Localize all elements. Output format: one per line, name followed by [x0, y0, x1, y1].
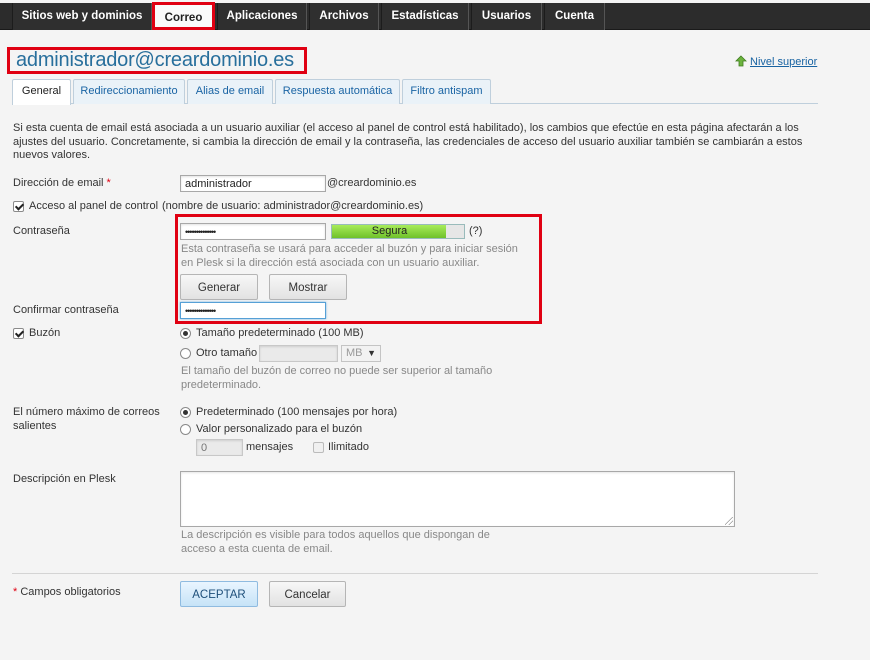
nav-tab-websites-domains[interactable]: Sitios web y dominios — [12, 3, 152, 30]
page-title-highlight: administrador@creardominio.es — [7, 47, 307, 74]
up-level-label: Nivel superior — [750, 56, 818, 68]
outgoing-unlimited-checkbox[interactable] — [313, 442, 324, 453]
mailbox-checkbox[interactable] — [13, 328, 24, 339]
mailbox-size-hint: El tamaño del buzón de correo no puede s… — [181, 365, 493, 391]
main-navigation: Sitios web y dominios Correo Aplicacione… — [0, 0, 870, 30]
outgoing-custom-label: Valor personalizado para el buzón — [196, 423, 363, 435]
dropdown-arrow-icon: ▼ — [367, 348, 376, 358]
panel-access-label: Acceso al panel de control — [29, 200, 159, 212]
up-level-link[interactable]: Nivel superior — [735, 55, 817, 68]
nav-tab-account[interactable]: Cuenta — [544, 3, 605, 30]
confirm-password-input[interactable] — [180, 302, 326, 319]
panel-access-username-note: (nombre de usuario: administrador@creard… — [162, 200, 424, 212]
up-level-icon — [735, 55, 747, 67]
resize-grip-icon[interactable] — [725, 517, 733, 525]
email-username-input[interactable] — [180, 175, 326, 192]
nav-tab-files[interactable]: Archivos — [309, 3, 379, 30]
outgoing-unlimited-label: Ilimitado — [328, 441, 369, 453]
mailbox-other-size-radio[interactable] — [180, 348, 191, 359]
mailbox-default-size-radio[interactable] — [180, 328, 191, 339]
cancel-button[interactable]: Cancelar — [269, 581, 346, 607]
outgoing-custom-radio[interactable] — [180, 424, 191, 435]
email-domain: @creardominio.es — [327, 177, 417, 189]
mailbox-other-size-label: Otro tamaño — [196, 347, 258, 359]
tab-email-aliases[interactable]: Alias de email — [187, 79, 273, 104]
required-fields-note: * Campos obligatorios — [13, 586, 121, 598]
outgoing-messages-input[interactable] — [196, 439, 243, 456]
description-textarea[interactable] — [180, 471, 735, 527]
mailbox-unit-value: MB — [346, 347, 363, 359]
password-input[interactable] — [180, 223, 326, 240]
password-strength-label: Segura — [371, 225, 408, 237]
outgoing-default-label: Predeterminado (100 mensajes por hora) — [196, 406, 398, 418]
mailbox-label: Buzón — [29, 327, 61, 339]
nav-tab-mail[interactable]: Correo — [152, 2, 215, 30]
outgoing-limit-label: El número máximo de correos salientes — [13, 406, 160, 432]
email-label: Dirección de email * — [13, 177, 111, 189]
outgoing-default-radio[interactable] — [180, 407, 191, 418]
mailbox-size-input[interactable] — [259, 345, 338, 362]
password-hint: Esta contraseña se usará para acceder al… — [181, 243, 518, 269]
outgoing-messages-label: mensajes — [246, 441, 294, 453]
nav-tab-statistics[interactable]: Estadísticas — [381, 3, 469, 30]
mailbox-unit-select[interactable]: MB ▼ — [341, 345, 381, 362]
nav-tab-users[interactable]: Usuarios — [471, 3, 542, 30]
tab-spam-filter[interactable]: Filtro antispam — [402, 79, 491, 104]
ok-button[interactable]: ACEPTAR — [180, 581, 258, 607]
tab-forwarding[interactable]: Redireccionamiento — [73, 79, 185, 104]
description-hint: La descripción es visible para todos aqu… — [181, 529, 490, 555]
description-label: Descripción en Plesk — [13, 473, 116, 485]
footer-divider — [12, 573, 818, 574]
password-help-link[interactable]: (?) — [469, 225, 482, 237]
tab-autoreply[interactable]: Respuesta automática — [275, 79, 400, 104]
panel-access-checkbox[interactable] — [13, 201, 24, 212]
password-strength-meter: Segura — [331, 224, 465, 239]
show-password-button[interactable]: Mostrar — [269, 274, 347, 300]
intro-text: Si esta cuenta de email está asociada a … — [13, 122, 803, 161]
page-title: administrador@creardominio.es — [16, 49, 294, 71]
generate-password-button[interactable]: Generar — [180, 274, 258, 300]
password-label: Contraseña — [13, 225, 70, 237]
confirm-password-label: Confirmar contraseña — [13, 304, 119, 316]
mailbox-default-size-label: Tamaño predeterminado (100 MB) — [196, 327, 364, 339]
tab-general[interactable]: General — [12, 79, 71, 105]
nav-tab-applications[interactable]: Aplicaciones — [217, 3, 307, 30]
